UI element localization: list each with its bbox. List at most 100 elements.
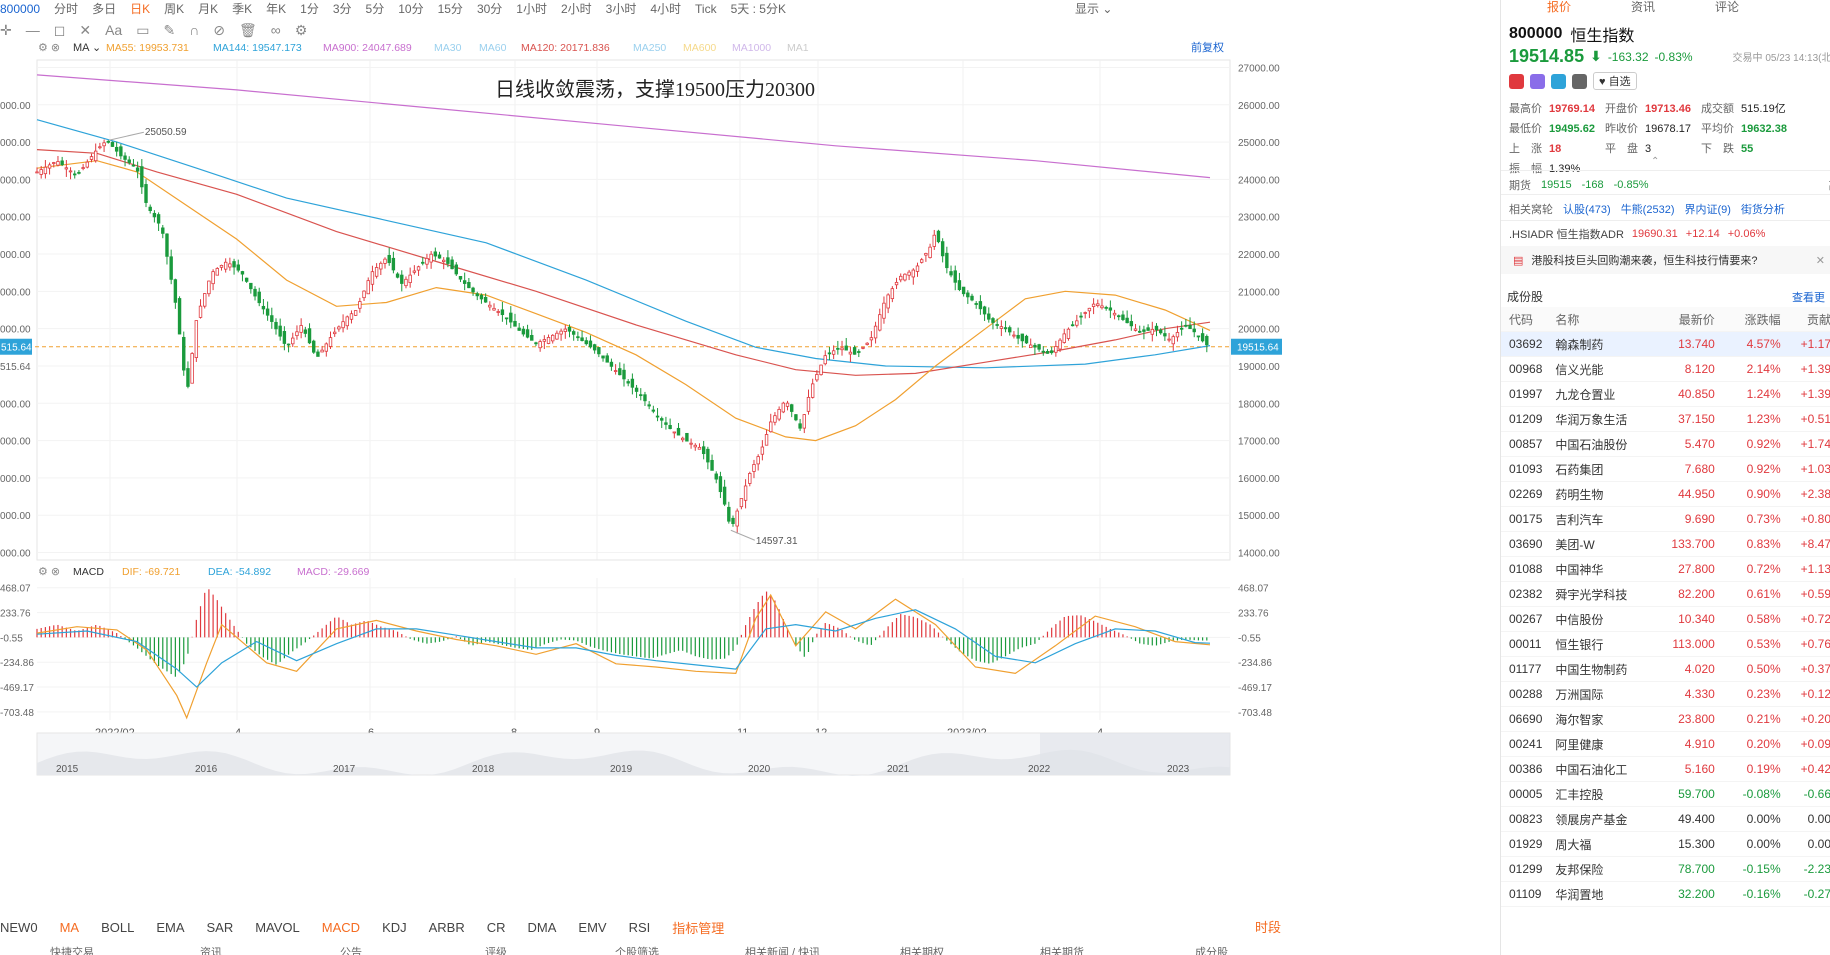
line-tool-icon[interactable]: — <box>26 22 40 38</box>
table-row[interactable]: 01929 周大福 15.300 0.00% 0.00 <box>1501 832 1830 857</box>
settings-icon[interactable]: ⚙ <box>295 22 308 39</box>
footer-tab[interactable]: 资讯 <box>200 944 222 955</box>
footer-tab[interactable]: 快捷交易 <box>50 944 94 955</box>
indicator-tab[interactable]: MACD <box>322 920 360 935</box>
period-tab[interactable]: 1分 <box>300 2 319 16</box>
period-tab[interactable]: 日K <box>130 2 150 16</box>
macd-legend-item[interactable]: MACD <box>73 566 104 578</box>
indicator-tab[interactable]: ARBR <box>429 920 465 935</box>
news-banner[interactable]: ▤ 港股科技巨头回购潮来袭，恒生科技行情要来? ✕ <box>1501 246 1830 274</box>
shape-tool-icon[interactable]: ◻ <box>54 22 66 39</box>
table-row[interactable]: 01997 九龙仓置业 40.850 1.24% +1.39 <box>1501 382 1830 407</box>
footer-tab[interactable]: 相关新闻 / 快讯 <box>745 944 820 955</box>
copy-icon[interactable] <box>1551 73 1566 89</box>
footer-tab[interactable]: 相关期货 <box>1040 944 1084 955</box>
footer-tab[interactable]: 个股筛选 <box>615 944 659 955</box>
ma-legend-item[interactable]: MA250 <box>633 42 666 54</box>
lock-icon[interactable]: ⊘ <box>213 22 225 39</box>
indicator-tab[interactable]: CR <box>487 920 506 935</box>
table-row[interactable]: 01088 中国神华 27.800 0.72% +1.13 <box>1501 557 1830 582</box>
period-tab[interactable]: 季K <box>232 2 252 16</box>
kline-chart[interactable]: 27000.00 26000.00 25000.00 24000.00 23000.00… <box>0 40 1282 910</box>
text-tool-icon[interactable]: Aa <box>105 22 122 38</box>
ma-legend-item[interactable]: MA60 <box>479 42 507 54</box>
indicator-tab[interactable]: RSI <box>629 920 651 935</box>
footer-tab[interactable]: 评级 <box>485 944 507 955</box>
indicator-tab[interactable]: KDJ <box>382 920 407 935</box>
footer-tab[interactable]: 成分股 <box>1195 944 1228 955</box>
ma-legend-item[interactable]: MA1 <box>787 42 809 54</box>
collapse-icon[interactable]: ⌃ <box>1651 156 1659 167</box>
panel-tab[interactable]: 评论 <box>1715 0 1739 15</box>
macd-legend-item[interactable]: DEA: -54.892 <box>208 566 271 578</box>
table-row[interactable]: 00823 领展房产基金 49.400 0.00% 0.00 <box>1501 807 1830 832</box>
indicator-tab[interactable]: NEW0 <box>0 920 38 935</box>
ma-legend-item[interactable]: MA900: 24047.689 <box>323 42 412 54</box>
indicator-tab[interactable]: EMA <box>156 920 184 935</box>
panel-tab[interactable]: 报价 <box>1547 0 1571 15</box>
period-tab[interactable]: Tick <box>695 2 717 16</box>
display-menu[interactable]: 显示 ⌄ <box>1075 0 1112 17</box>
ma-legend-item[interactable]: MA1000 <box>732 42 771 54</box>
macd-legend-item[interactable]: DIF: -69.721 <box>122 566 181 578</box>
table-row[interactable]: 00857 中国石油股份 5.470 0.92% +1.74 <box>1501 432 1830 457</box>
table-row[interactable]: 00386 中国石油化工 5.160 0.19% +0.42 <box>1501 757 1830 782</box>
indicator-tab[interactable]: BOLL <box>101 920 134 935</box>
magnet-icon[interactable]: ∩ <box>189 22 199 38</box>
ma-legend-item[interactable]: MA30 <box>434 42 462 54</box>
table-row[interactable]: 06690 海尔智家 23.800 0.21% +0.20 <box>1501 707 1830 732</box>
period-tab[interactable]: 2小时 <box>561 2 592 16</box>
session-toggle[interactable]: 时段 <box>1255 917 1281 936</box>
footer-tab[interactable]: 公告 <box>340 944 362 955</box>
adjust-toggle[interactable]: 前复权 <box>1191 40 1224 54</box>
indicator-tab[interactable]: SAR <box>206 920 233 935</box>
adr-row[interactable]: .HSIADR 恒生指数ADR 19690.31 +12.14 +0.06% <box>1509 226 1765 242</box>
table-row[interactable]: 03690 美团-W 133.700 0.83% +8.47 <box>1501 532 1830 557</box>
ma-legend-item[interactable]: MA144: 19547.173 <box>213 42 302 54</box>
table-row[interactable]: 01093 石药集团 7.680 0.92% +1.03 <box>1501 457 1830 482</box>
period-tab[interactable]: 5分 <box>366 2 385 16</box>
view-more-link[interactable]: 查看更 <box>1792 289 1825 305</box>
period-tab[interactable]: 5天 : 5分K <box>731 2 786 16</box>
column-header[interactable]: 贡献 <box>1785 311 1830 328</box>
table-row[interactable]: 00005 汇丰控股 59.700 -0.08% -0.66 <box>1501 782 1830 807</box>
timeline-selection[interactable] <box>1040 733 1230 775</box>
ma-legend-item[interactable]: MA55: 19953.731 <box>106 42 189 54</box>
related-link[interactable]: 街货分析 <box>1741 201 1785 217</box>
comment-tool-icon[interactable]: ▭ <box>136 22 149 39</box>
period-tab[interactable]: 15分 <box>438 2 463 16</box>
close-icon[interactable]: ✕ <box>1816 254 1825 267</box>
period-tab[interactable]: 30分 <box>477 2 502 16</box>
column-header[interactable]: 涨跌幅 <box>1715 311 1785 328</box>
settings-icon[interactable]: ⚙ ⊗ <box>38 42 60 54</box>
indicator-tab[interactable]: DMA <box>528 920 557 935</box>
table-row[interactable]: 03692 翰森制药 13.740 4.57% +1.17 <box>1501 332 1830 357</box>
macd-legend-item[interactable]: MACD: -29.669 <box>297 566 370 578</box>
table-row[interactable]: 01109 华润置地 32.200 -0.16% -0.27 <box>1501 882 1830 907</box>
table-row[interactable]: 00968 信义光能 8.120 2.14% +1.39 <box>1501 357 1830 382</box>
indicator-tab[interactable]: MAVOL <box>255 920 300 935</box>
period-tab[interactable]: 1小时 <box>516 2 547 16</box>
indicator-tab[interactable]: EMV <box>578 920 606 935</box>
related-link[interactable]: 牛熊(2532) <box>1621 201 1675 217</box>
related-link[interactable]: 界内证(9) <box>1684 201 1730 217</box>
table-row[interactable]: 00288 万洲国际 4.330 0.23% +0.12 <box>1501 682 1830 707</box>
calendar-icon[interactable] <box>1572 73 1587 89</box>
fib-tool-icon[interactable]: ✕ <box>79 22 91 39</box>
table-row[interactable]: 00175 吉利汽车 9.690 0.73% +0.80 <box>1501 507 1830 532</box>
pen-tool-icon[interactable]: ✎ <box>163 22 175 39</box>
footer-tab[interactable]: 相关期权 <box>900 944 944 955</box>
table-row[interactable]: 02269 药明生物 44.950 0.90% +2.38 <box>1501 482 1830 507</box>
period-tab[interactable]: 周K <box>164 2 184 16</box>
symbol-tab[interactable]: 800000 <box>0 2 40 16</box>
period-tab[interactable]: 多日 <box>92 2 116 16</box>
column-header[interactable]: 最新价 <box>1650 311 1715 328</box>
period-tab[interactable]: 3分 <box>333 2 352 16</box>
indicator-tab[interactable]: 指标管理 <box>672 918 724 937</box>
indicator-tab[interactable]: MA <box>60 920 80 935</box>
period-tab[interactable]: 4小时 <box>650 2 681 16</box>
settings-icon[interactable]: ⚙ ⊗ <box>38 566 60 578</box>
related-link[interactable]: 认股(473) <box>1563 201 1611 217</box>
table-row[interactable]: 00267 中信股份 10.340 0.58% +0.72 <box>1501 607 1830 632</box>
ma-legend-item[interactable]: MA120: 20171.836 <box>521 42 610 54</box>
